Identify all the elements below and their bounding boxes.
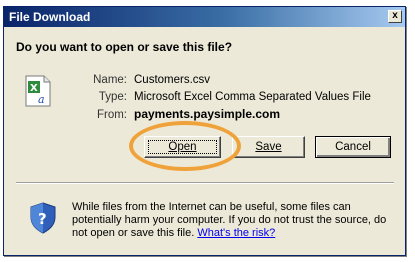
- svg-text:?: ?: [38, 210, 47, 228]
- file-source-label: From:: [96, 109, 127, 121]
- file-type-label: Type:: [98, 91, 127, 103]
- cancel-button-label: Cancel: [335, 141, 371, 153]
- dialog-question: Do you want to open or save this file?: [16, 40, 233, 54]
- security-warning: While files from the Internet can be use…: [72, 201, 397, 240]
- file-name-value: Customers.csv: [134, 74, 211, 86]
- svg-text:a: a: [38, 93, 45, 106]
- file-name-label: Name:: [93, 74, 127, 86]
- cancel-button[interactable]: Cancel: [315, 136, 391, 158]
- header-panel: Do you want to open or save this file? X…: [4, 27, 405, 121]
- svg-text:X: X: [30, 83, 38, 94]
- file-type-value: Microsoft Excel Comma Separated Values F…: [134, 91, 371, 103]
- file-name-row: Name: Customers.csv: [69, 74, 210, 86]
- shield-question-icon: ?: [30, 202, 56, 234]
- window-title: File Download: [9, 10, 91, 24]
- file-source-value: payments.paysimple.com: [134, 107, 281, 121]
- divider: [16, 182, 394, 184]
- title-bar[interactable]: File Download x: [4, 7, 405, 27]
- close-button[interactable]: x: [388, 10, 402, 23]
- focus-rectangle: [148, 140, 217, 154]
- file-type-row: Type: Microsoft Excel Comma Separated Val…: [69, 91, 371, 103]
- file-download-dialog: File Download x Do you want to open or s…: [3, 6, 406, 256]
- save-button-label: Save: [255, 141, 282, 153]
- whats-the-risk-link[interactable]: What's the risk?: [197, 227, 275, 239]
- file-source-row: From: payments.paysimple.com: [69, 107, 280, 121]
- excel-csv-file-icon: X a: [25, 75, 51, 107]
- open-button[interactable]: Open: [144, 136, 221, 158]
- save-button[interactable]: Save: [232, 136, 305, 158]
